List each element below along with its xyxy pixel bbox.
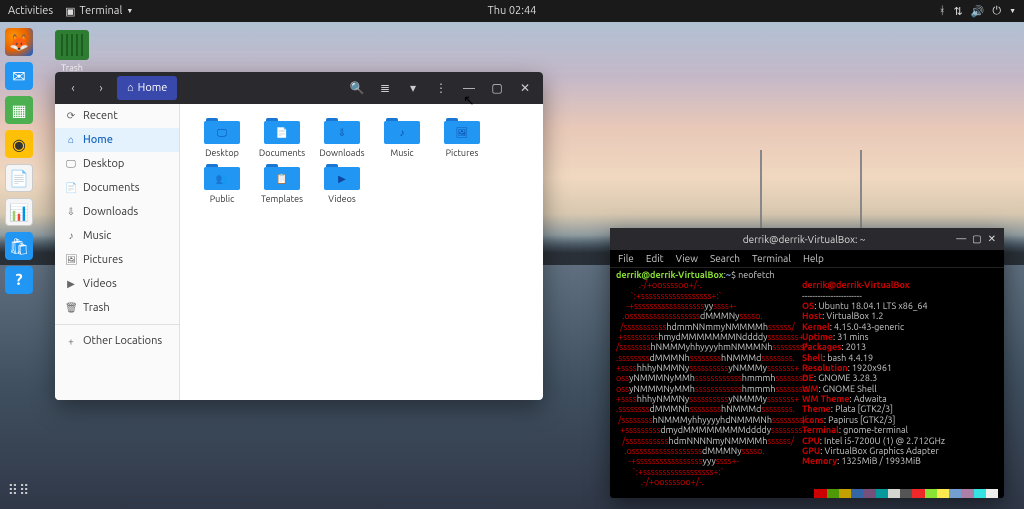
close-button[interactable]: ✕ <box>988 233 996 245</box>
network-icon[interactable]: ⇅ <box>953 5 962 18</box>
desktop-trash[interactable]: Trash <box>55 30 89 73</box>
term-titlebar: derrik@derrik-VirtualBox: ~ — ▢ ✕ <box>610 228 1004 250</box>
sidebar-item-other-locations[interactable]: +Other Locations <box>55 329 179 353</box>
forward-button[interactable]: › <box>89 76 113 100</box>
bluetooth-icon[interactable]: ᚼ <box>939 5 946 17</box>
folder-downloads[interactable]: ⇩Downloads <box>312 116 372 158</box>
sidebar-item-videos[interactable]: ▶Videos <box>55 272 179 296</box>
file-manager-window: ‹ › ⌂ Home 🔍 ≣ ▾ ⋮ — ▢ ✕ ⟳Recent⌂Home🖵De… <box>55 72 543 400</box>
volume-icon[interactable]: 🔊 <box>971 5 985 18</box>
folder-pictures[interactable]: 🖼Pictures <box>432 116 492 158</box>
terminal-icon: ▣ <box>65 5 75 18</box>
folder-music[interactable]: ♪Music <box>372 116 432 158</box>
sidebar-icon: 🖵 <box>65 158 77 170</box>
dock-help[interactable]: ? <box>5 266 33 294</box>
clock[interactable]: Thu 02:44 <box>488 5 537 17</box>
close-button[interactable]: ✕ <box>513 76 537 100</box>
power-icon[interactable]: ⏻ <box>992 5 1001 18</box>
sidebar-icon: ▶ <box>65 278 77 290</box>
folder-videos[interactable]: ▶Videos <box>312 162 372 204</box>
minimize-button[interactable]: — <box>457 76 481 100</box>
folder-icon: ▶ <box>324 173 360 185</box>
folder-icon: ♪ <box>384 127 420 139</box>
view-toggle-button[interactable]: ≣ <box>373 76 397 100</box>
term-content[interactable]: derrik@derrik-VirtualBox:~$ neofetch .-/… <box>610 268 1004 498</box>
menu-terminal[interactable]: Terminal <box>752 253 791 264</box>
sidebar-icon: ♪ <box>65 230 77 242</box>
gnome-dock: 🦊 ✉ ▦ ◉ 📄 📊 🛍 ? ⠿⠿ <box>0 22 38 509</box>
sidebar-icon: 🖼 <box>65 254 77 266</box>
term-menubar: File Edit View Search Terminal Help <box>610 250 1004 268</box>
search-button[interactable]: 🔍 <box>345 76 369 100</box>
sidebar-item-pictures[interactable]: 🖼Pictures <box>55 248 179 272</box>
folder-icon: 📄 <box>264 127 300 139</box>
menu-help[interactable]: Help <box>803 253 824 264</box>
dock-shop[interactable]: 🛍 <box>5 232 33 260</box>
sidebar-item-music[interactable]: ♪Music <box>55 224 179 248</box>
sidebar-icon: 📄 <box>65 182 77 194</box>
term-title: derrik@derrik-VirtualBox: ~ <box>660 234 948 245</box>
dock-office2[interactable]: 📊 <box>5 198 33 226</box>
menu-view[interactable]: View <box>676 253 698 264</box>
folder-documents[interactable]: 📄Documents <box>252 116 312 158</box>
menu-file[interactable]: File <box>618 253 634 264</box>
maximize-button[interactable]: ▢ <box>972 233 981 245</box>
sidebar-icon: ⇩ <box>65 206 77 218</box>
activities-button[interactable]: Activities <box>8 5 53 17</box>
folder-icon: 👥 <box>204 173 240 185</box>
trash-icon <box>55 30 89 60</box>
path-bar[interactable]: ⌂ Home <box>117 76 177 100</box>
folder-icon: 📋 <box>264 173 300 185</box>
sidebar-icon: 🗑 <box>65 302 77 314</box>
folder-icon: ⇩ <box>324 127 360 139</box>
dock-software[interactable]: ▦ <box>5 96 33 124</box>
view-dropdown[interactable]: ▾ <box>401 76 425 100</box>
sidebar-icon: ⟳ <box>65 110 77 122</box>
sidebar-item-trash[interactable]: 🗑Trash <box>55 296 179 320</box>
dock-chat[interactable]: ✉ <box>5 62 33 90</box>
folder-icon: 🖼 <box>444 127 480 139</box>
chevron-down-icon[interactable]: ▼ <box>1009 7 1016 15</box>
minimize-button[interactable]: — <box>956 233 966 245</box>
maximize-button[interactable]: ▢ <box>485 76 509 100</box>
dock-rhythmbox[interactable]: ◉ <box>5 130 33 158</box>
home-icon: ⌂ <box>127 82 134 94</box>
app-menu[interactable]: ▣ Terminal ▼ <box>65 5 133 18</box>
hamburger-menu[interactable]: ⋮ <box>429 76 453 100</box>
terminal-window: derrik@derrik-VirtualBox: ~ — ▢ ✕ File Ed… <box>610 228 1004 498</box>
back-button[interactable]: ‹ <box>61 76 85 100</box>
folder-public[interactable]: 👥Public <box>192 162 252 204</box>
chevron-down-icon: ▼ <box>126 7 133 15</box>
fm-sidebar: ⟳Recent⌂Home🖵Desktop📄Documents⇩Downloads… <box>55 104 180 400</box>
gnome-topbar: Activities ▣ Terminal ▼ Thu 02:44 ᚼ ⇅ 🔊 … <box>0 0 1024 22</box>
sidebar-icon: ⌂ <box>65 134 77 146</box>
fm-folder-grid: 🖵Desktop📄Documents⇩Downloads♪Music🖼Pictu… <box>180 104 543 400</box>
show-applications[interactable]: ⠿⠿ <box>8 482 31 499</box>
menu-search[interactable]: Search <box>710 253 740 264</box>
folder-icon: 🖵 <box>204 127 240 139</box>
menu-edit[interactable]: Edit <box>646 253 664 264</box>
fm-headerbar: ‹ › ⌂ Home 🔍 ≣ ▾ ⋮ — ▢ ✕ <box>55 72 543 104</box>
folder-desktop[interactable]: 🖵Desktop <box>192 116 252 158</box>
dock-firefox[interactable]: 🦊 <box>5 28 33 56</box>
sidebar-item-downloads[interactable]: ⇩Downloads <box>55 200 179 224</box>
folder-templates[interactable]: 📋Templates <box>252 162 312 204</box>
sidebar-item-recent[interactable]: ⟳Recent <box>55 104 179 128</box>
sidebar-item-desktop[interactable]: 🖵Desktop <box>55 152 179 176</box>
dock-office1[interactable]: 📄 <box>5 164 33 192</box>
sidebar-item-home[interactable]: ⌂Home <box>55 128 179 152</box>
sidebar-item-documents[interactable]: 📄Documents <box>55 176 179 200</box>
sidebar-icon: + <box>65 336 77 347</box>
